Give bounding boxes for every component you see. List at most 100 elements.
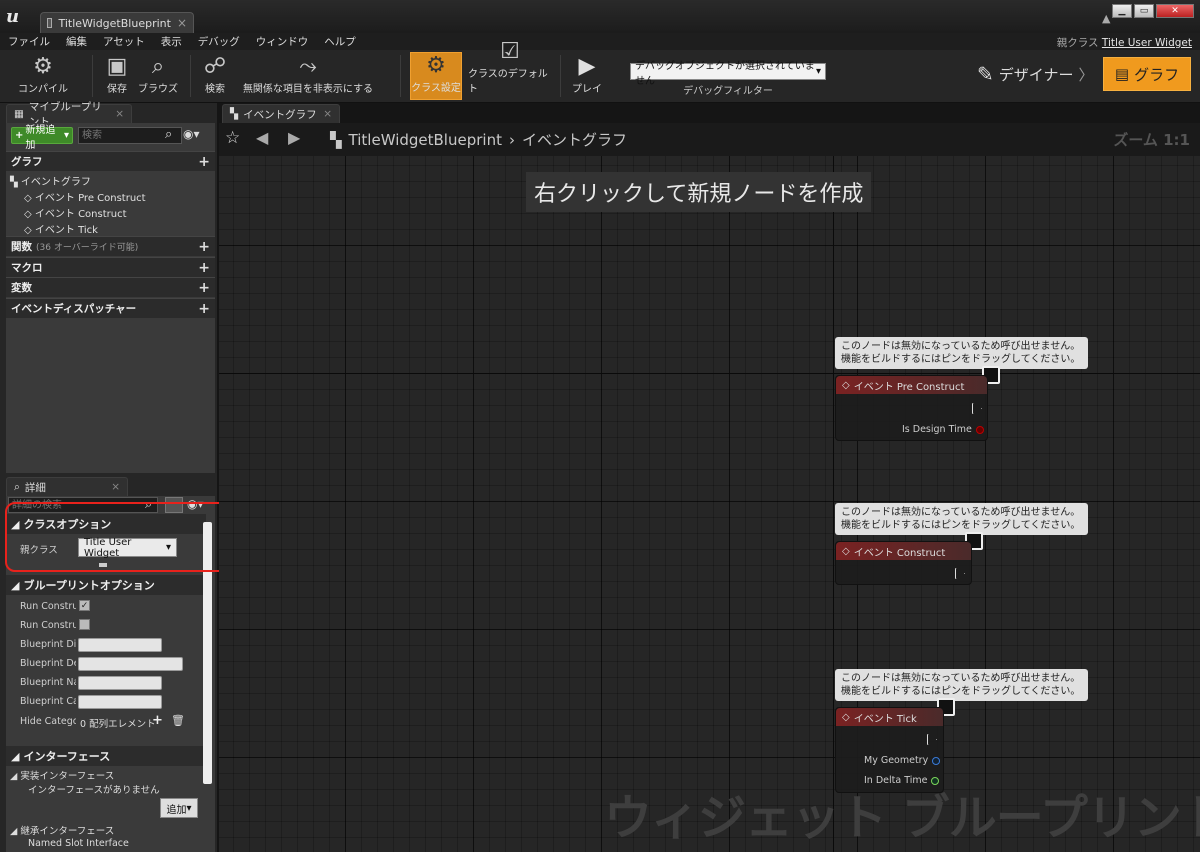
debug-object-dropdown[interactable]: デバッグオブジェクトが選択されていません ▾: [630, 61, 826, 87]
trash-icon[interactable]: 🗑: [171, 714, 185, 727]
event-graph-tab[interactable]: ▚ イベントグラフ ×: [222, 104, 340, 123]
document-tab[interactable]: TitleWidgetBlueprint ×: [40, 12, 194, 33]
node-title: イベント Pre Construct: [853, 381, 965, 393]
widget-blueprint-watermark: ウィジェット ブループリント: [604, 790, 1200, 846]
pin-label: Is Design Time: [902, 424, 972, 435]
collapse-arrow-icon: ◢: [11, 578, 20, 592]
interfaces-header[interactable]: ◢ インターフェース: [6, 746, 206, 766]
menu-debug[interactable]: デバッグ: [190, 34, 248, 49]
dispatchers-section-header[interactable]: イベントディスパッチャー +: [6, 298, 215, 318]
find-label: 検索: [205, 84, 225, 95]
play-button[interactable]: ▶ プレイ: [568, 52, 606, 100]
menu-asset[interactable]: アセット: [95, 34, 153, 49]
minimize-button[interactable]: ▁: [1112, 4, 1132, 18]
blueprint-category-input[interactable]: [78, 695, 162, 709]
debug-filter-label: デバッグフィルター: [683, 86, 773, 97]
menu-bar: ファイル 編集 アセット 表示 デバッグ ウィンドウ ヘルプ: [0, 33, 1200, 50]
menu-edit[interactable]: 編集: [58, 34, 95, 49]
exec-pin-icon[interactable]: [955, 568, 965, 579]
find-button[interactable]: ☍ 検索: [198, 52, 232, 100]
collapse-arrow-icon: ◢: [10, 826, 21, 837]
event-node-pre-construct[interactable]: ◇ イベント Pre Construct Is Design Time: [835, 375, 988, 441]
menu-file[interactable]: ファイル: [0, 34, 58, 49]
add-variable-icon[interactable]: +: [198, 280, 210, 296]
menu-view[interactable]: 表示: [153, 34, 190, 49]
compile-button[interactable]: ⚙ コンパイル: [8, 52, 78, 100]
run-construct-2-checkbox[interactable]: [79, 619, 90, 630]
graph-mode-button[interactable]: ▤ グラフ: [1103, 57, 1191, 91]
struct-pin-icon: [932, 756, 941, 765]
event-item-tick[interactable]: ◇ イベント Tick: [24, 221, 98, 236]
event-item-construct[interactable]: ◇ イベント Construct: [24, 205, 127, 220]
menu-help[interactable]: ヘルプ: [316, 34, 364, 49]
add-function-icon[interactable]: +: [198, 239, 210, 255]
star-icon[interactable]: ☆: [225, 128, 240, 148]
forward-arrow-icon[interactable]: ▶: [288, 128, 300, 147]
event-item-pre-construct[interactable]: ◇ イベント Pre Construct: [24, 189, 146, 204]
search-icon: ⌕: [165, 127, 173, 142]
designer-icon: ✎: [977, 62, 994, 86]
pin-my-geometry[interactable]: My Geometry: [864, 755, 941, 766]
node-header: ◇ イベント Construct: [836, 542, 971, 560]
property-label: Blueprint Desc: [20, 658, 76, 669]
graph-mode-label: グラフ: [1134, 65, 1180, 84]
class-defaults-button[interactable]: ☑ クラスのデフォルト: [468, 39, 552, 100]
exec-pin-icon[interactable]: [927, 734, 937, 745]
add-new-button[interactable]: + 新規追加 ▾: [11, 125, 73, 151]
variables-section-header[interactable]: 変数 +: [6, 277, 215, 297]
browse-button[interactable]: ⌕ ブラウズ: [138, 52, 178, 100]
add-element-icon[interactable]: +: [152, 713, 163, 728]
breadcrumb-blueprint[interactable]: TitleWidgetBlueprint: [349, 131, 502, 149]
property-label: Run Construct: [20, 620, 76, 631]
pin-label: My Geometry: [864, 755, 929, 766]
breadcrumb-graph[interactable]: イベントグラフ: [522, 129, 627, 150]
class-settings-icon: ⚙: [426, 53, 446, 78]
close-icon[interactable]: ×: [323, 108, 332, 120]
graphs-section-header[interactable]: グラフ +: [6, 151, 215, 171]
add-macro-icon[interactable]: +: [198, 260, 210, 276]
implemented-interfaces-label: ◢ 実装インターフェース: [10, 768, 114, 782]
close-window-button[interactable]: ✕: [1156, 4, 1194, 18]
event-label: イベント Pre Construct: [34, 193, 146, 204]
node-comment-bubble: このノードは無効になっているため呼び出せません。機能をビルドするにはピンをドラッ…: [835, 337, 1088, 369]
blueprint-namespace-input[interactable]: [78, 676, 162, 690]
add-graph-icon[interactable]: +: [198, 154, 210, 170]
class-settings-button[interactable]: ⚙ クラス設定: [410, 52, 462, 100]
close-tab-icon[interactable]: ×: [177, 16, 187, 30]
play-icon: ▶: [578, 54, 596, 79]
close-icon[interactable]: ×: [111, 481, 120, 493]
event-node-construct[interactable]: ◇ イベント Construct: [835, 541, 972, 585]
chevron-right-icon: 〉: [1078, 65, 1094, 84]
back-arrow-icon[interactable]: ◀: [256, 128, 268, 147]
run-construct-checkbox[interactable]: ✓: [79, 600, 90, 611]
details-tab[interactable]: ⌕ 詳細 ×: [6, 477, 128, 496]
dispatchers-section-label: イベントディスパッチャー: [11, 303, 137, 315]
macros-section-header[interactable]: マクロ +: [6, 257, 215, 277]
designer-mode-button[interactable]: ✎ デザイナー〉: [977, 58, 1093, 90]
pin-is-design-time[interactable]: Is Design Time: [902, 424, 984, 435]
graph-canvas[interactable]: [219, 123, 1200, 852]
blueprint-options-header[interactable]: ◢ ブループリントオプション: [6, 575, 206, 595]
exec-pin-icon[interactable]: [972, 403, 982, 414]
visibility-eye-icon[interactable]: ◉▾: [183, 127, 200, 141]
event-label: イベント Tick: [34, 225, 98, 236]
blueprint-description-input[interactable]: [78, 657, 183, 671]
event-diamond-icon: ◇: [842, 379, 850, 391]
functions-section-header[interactable]: 関数 (36 オーバーライド可能) +: [6, 236, 215, 256]
event-graph-item[interactable]: ▚ イベントグラフ: [10, 173, 91, 188]
event-graph-label: イベントグラフ: [20, 177, 91, 188]
save-button[interactable]: ▣ 保存: [100, 52, 134, 100]
blueprint-display-name-input[interactable]: [78, 638, 162, 652]
hide-unrelated-button[interactable]: ⤳ 無関係な項目を非表示にする: [238, 52, 378, 100]
interfaces-label: インターフェース: [23, 750, 111, 763]
parent-class-info: 親クラス Title User Widget: [1057, 35, 1192, 50]
variables-section-label: 変数: [11, 282, 32, 294]
parent-class-link[interactable]: Title User Widget: [1102, 37, 1192, 49]
add-interface-button[interactable]: 追加 ▾: [160, 798, 198, 818]
node-title: イベント Construct: [853, 547, 946, 559]
browse-label: ブラウズ: [138, 84, 178, 95]
menu-window[interactable]: ウィンドウ: [248, 34, 317, 49]
maximize-button[interactable]: ▭: [1134, 4, 1154, 18]
add-dispatcher-icon[interactable]: +: [198, 301, 210, 317]
close-icon[interactable]: ×: [115, 108, 124, 120]
